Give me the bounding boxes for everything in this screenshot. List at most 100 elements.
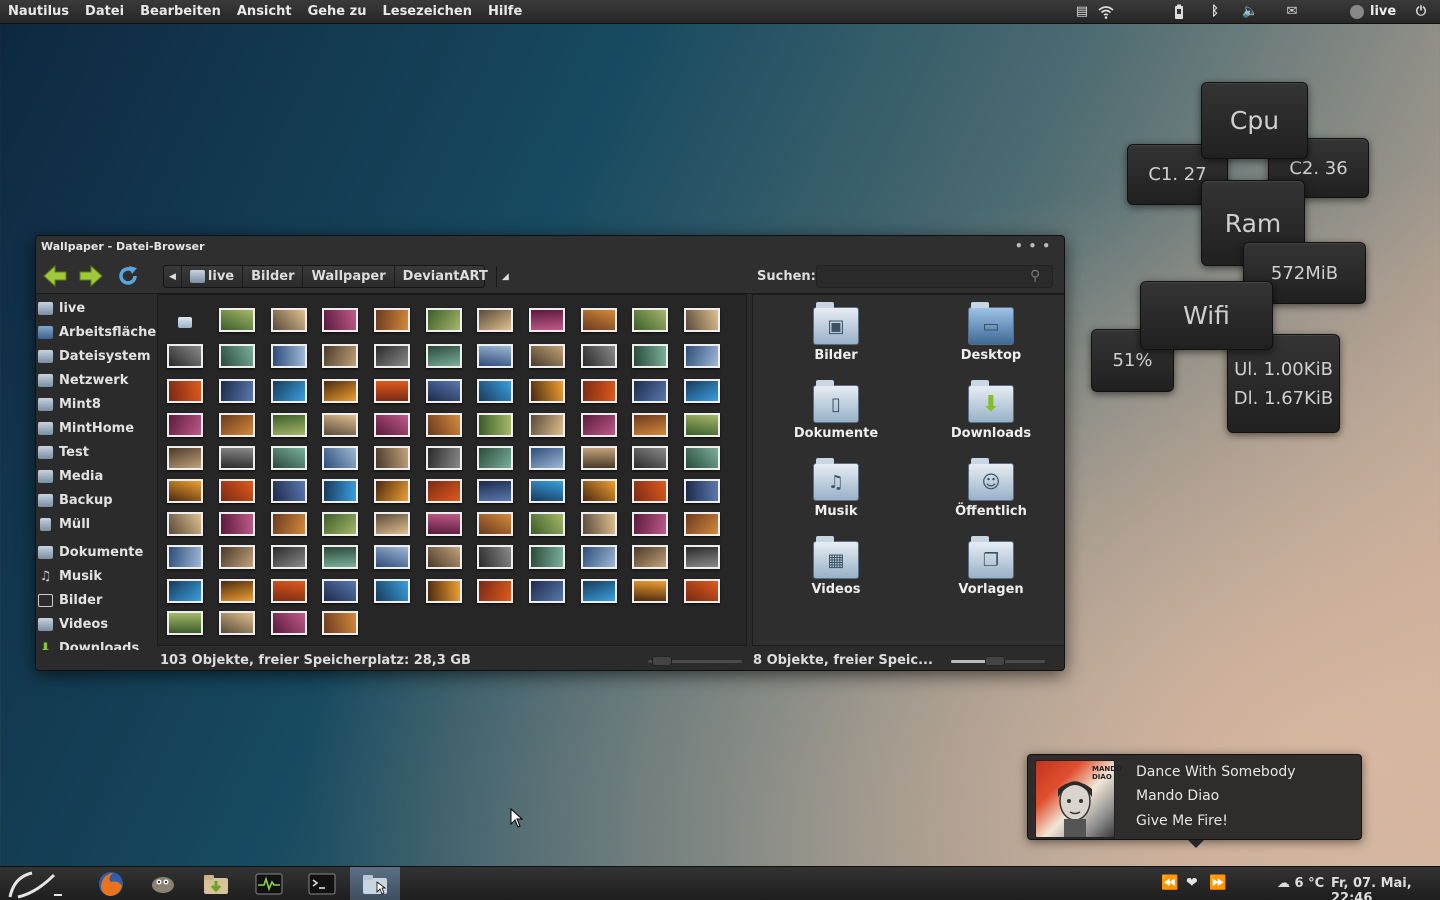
folder-downloads[interactable]: ⬇ Downloads bbox=[931, 380, 1051, 457]
terminal-launcher[interactable] bbox=[297, 867, 347, 900]
sidebar-item-netzwerk[interactable]: Netzwerk bbox=[38, 370, 128, 390]
zoom-slider-handle[interactable] bbox=[985, 656, 1005, 666]
volume-icon[interactable]: 🔈 bbox=[1242, 4, 1258, 20]
right-zoom-slider[interactable] bbox=[951, 656, 1045, 666]
sidebar-item-muell[interactable]: Müll bbox=[38, 514, 90, 534]
image-thumbnail[interactable] bbox=[477, 512, 513, 536]
nautilus-window-task[interactable] bbox=[350, 867, 400, 900]
back-button[interactable] bbox=[42, 264, 68, 288]
image-thumbnail[interactable] bbox=[581, 379, 617, 403]
file-view-left[interactable] bbox=[157, 294, 747, 646]
search-icon[interactable]: ⚲ bbox=[1030, 268, 1040, 284]
image-thumbnail[interactable] bbox=[271, 479, 307, 503]
image-thumbnail[interactable] bbox=[581, 308, 617, 332]
sidebar-item-minthome[interactable]: MintHome bbox=[38, 418, 134, 438]
image-thumbnail[interactable] bbox=[374, 379, 410, 403]
image-thumbnail[interactable] bbox=[581, 446, 617, 470]
image-thumbnail[interactable] bbox=[632, 308, 668, 332]
image-thumbnail[interactable] bbox=[581, 545, 617, 569]
image-thumbnail[interactable] bbox=[271, 379, 307, 403]
next-track-button[interactable]: ⏩ bbox=[1209, 875, 1226, 891]
image-thumbnail[interactable] bbox=[632, 479, 668, 503]
image-thumbnail[interactable] bbox=[477, 545, 513, 569]
sidebar-item-live[interactable]: live bbox=[38, 298, 85, 318]
image-thumbnail[interactable] bbox=[322, 379, 358, 403]
image-thumbnail[interactable] bbox=[167, 611, 203, 635]
image-thumbnail[interactable] bbox=[322, 579, 358, 603]
now-playing-notification[interactable]: MANDO DIAO Dance With Somebody Mando Dia… bbox=[1027, 754, 1362, 848]
zoom-slider-handle[interactable] bbox=[652, 656, 672, 666]
image-thumbnail[interactable] bbox=[219, 446, 255, 470]
gimp-launcher[interactable] bbox=[138, 867, 188, 900]
image-thumbnail[interactable] bbox=[529, 545, 565, 569]
image-thumbnail[interactable] bbox=[374, 344, 410, 368]
folder-desktop[interactable]: ▭ Desktop bbox=[931, 302, 1051, 379]
forward-button[interactable] bbox=[78, 264, 104, 288]
image-thumbnail[interactable] bbox=[632, 379, 668, 403]
image-thumbnail[interactable] bbox=[529, 379, 565, 403]
image-thumbnail[interactable] bbox=[167, 446, 203, 470]
folder-vorlagen[interactable]: ❐ Vorlagen bbox=[931, 536, 1051, 613]
image-thumbnail[interactable] bbox=[581, 413, 617, 437]
image-thumbnail[interactable] bbox=[322, 545, 358, 569]
image-thumbnail[interactable] bbox=[632, 512, 668, 536]
image-thumbnail[interactable] bbox=[529, 308, 565, 332]
sidebar-item-videos[interactable]: Videos bbox=[38, 614, 108, 634]
image-thumbnail[interactable] bbox=[271, 545, 307, 569]
image-thumbnail[interactable] bbox=[271, 512, 307, 536]
image-thumbnail[interactable] bbox=[684, 446, 720, 470]
sidebar-item-bilder[interactable]: Bilder bbox=[38, 590, 102, 610]
image-thumbnail[interactable] bbox=[477, 579, 513, 603]
image-thumbnail[interactable] bbox=[581, 579, 617, 603]
image-thumbnail[interactable] bbox=[219, 379, 255, 403]
battery-icon[interactable] bbox=[1171, 4, 1187, 20]
folder-icon[interactable] bbox=[178, 317, 192, 328]
reload-button[interactable] bbox=[115, 264, 141, 288]
image-thumbnail[interactable] bbox=[477, 446, 513, 470]
image-thumbnail[interactable] bbox=[632, 413, 668, 437]
image-thumbnail[interactable] bbox=[167, 379, 203, 403]
window-titlebar[interactable]: Wallpaper - Datei-Browser ••• bbox=[36, 236, 1064, 258]
image-thumbnail[interactable] bbox=[322, 611, 358, 635]
image-thumbnail[interactable] bbox=[684, 344, 720, 368]
breadcrumb-item-deviantart[interactable]: DeviantART bbox=[395, 266, 497, 287]
image-thumbnail[interactable] bbox=[477, 344, 513, 368]
folder-musik[interactable]: ♫ Musik bbox=[776, 458, 896, 535]
image-thumbnail[interactable] bbox=[374, 545, 410, 569]
image-thumbnail[interactable] bbox=[219, 545, 255, 569]
image-thumbnail[interactable] bbox=[374, 413, 410, 437]
image-thumbnail[interactable] bbox=[581, 512, 617, 536]
image-thumbnail[interactable] bbox=[632, 545, 668, 569]
menu-datei[interactable]: Datei bbox=[85, 4, 124, 19]
image-thumbnail[interactable] bbox=[477, 308, 513, 332]
sidebar-item-media[interactable]: Media bbox=[38, 466, 103, 486]
file-view-right[interactable]: ▣ Bilder ▭ Desktop ▯ Dokumente ⬇ Downloa… bbox=[752, 294, 1064, 646]
image-thumbnail[interactable] bbox=[426, 413, 462, 437]
breadcrumb-item-wallpaper[interactable]: Wallpaper bbox=[303, 266, 395, 287]
folder-dokumente[interactable]: ▯ Dokumente bbox=[776, 380, 896, 457]
image-thumbnail[interactable] bbox=[477, 379, 513, 403]
notes-icon[interactable]: ▤ bbox=[1074, 4, 1090, 20]
image-thumbnail[interactable] bbox=[271, 446, 307, 470]
image-thumbnail[interactable] bbox=[374, 308, 410, 332]
image-thumbnail[interactable] bbox=[581, 344, 617, 368]
image-thumbnail[interactable] bbox=[426, 308, 462, 332]
image-thumbnail[interactable] bbox=[219, 611, 255, 635]
love-track-button[interactable]: ❤ bbox=[1186, 875, 1198, 891]
image-thumbnail[interactable] bbox=[219, 512, 255, 536]
image-thumbnail[interactable] bbox=[426, 379, 462, 403]
image-thumbnail[interactable] bbox=[426, 579, 462, 603]
menu-gehe-zu[interactable]: Gehe zu bbox=[308, 4, 367, 19]
image-thumbnail[interactable] bbox=[684, 545, 720, 569]
image-thumbnail[interactable] bbox=[322, 344, 358, 368]
image-thumbnail[interactable] bbox=[632, 579, 668, 603]
window-controls-icon[interactable]: ••• bbox=[1015, 239, 1056, 253]
clock[interactable]: Fr, 07. Mai, 22:46 bbox=[1331, 876, 1440, 900]
sidebar-item-mint8[interactable]: Mint8 bbox=[38, 394, 101, 414]
image-thumbnail[interactable] bbox=[529, 479, 565, 503]
sidebar-item-dateisystem[interactable]: Dateisystem bbox=[38, 346, 151, 366]
image-thumbnail[interactable] bbox=[374, 479, 410, 503]
previous-track-button[interactable]: ⏪ bbox=[1161, 875, 1178, 891]
image-thumbnail[interactable] bbox=[271, 413, 307, 437]
image-thumbnail[interactable] bbox=[684, 308, 720, 332]
